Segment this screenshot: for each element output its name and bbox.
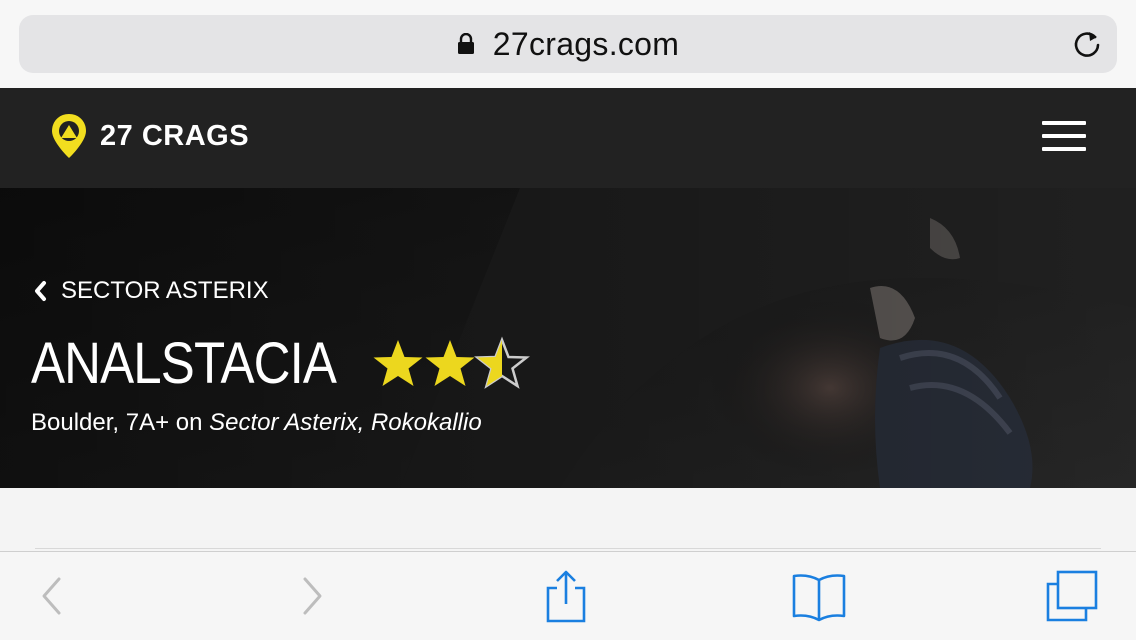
back-arrow-icon[interactable] xyxy=(38,570,66,622)
site-header: 27 CRAGS xyxy=(0,88,1136,188)
address-bar-content: 27crags.com xyxy=(19,15,1117,73)
route-name: ANALSTACIA xyxy=(31,331,337,396)
url-text: 27crags.com xyxy=(492,25,680,62)
route-type-grade: Boulder, 7A+ on xyxy=(31,409,210,436)
map-pin-mountain-icon xyxy=(52,114,86,158)
logo-text: 27 CRAGS xyxy=(100,119,250,152)
back-link-label: SECTOR ASTERIX xyxy=(61,277,269,304)
browser-toolbar xyxy=(0,551,1136,640)
star-rating xyxy=(370,335,530,392)
browser-top-bar: 27crags.com xyxy=(0,0,1136,88)
route-title-row: ANALSTACIA xyxy=(31,330,530,397)
route-hero: SECTOR ASTERIX ANALSTACIA Boulder, 7A+ o… xyxy=(0,188,1136,488)
hamburger-line xyxy=(1042,134,1086,138)
chevron-left-icon xyxy=(35,281,46,301)
route-subtitle: Boulder, 7A+ on Sector Asterix, Rokokall… xyxy=(31,409,482,437)
back-to-sector-link[interactable]: SECTOR ASTERIX xyxy=(33,277,269,305)
menu-button[interactable] xyxy=(1042,121,1086,153)
route-location-link[interactable]: Sector Asterix, Rokokallio xyxy=(209,409,482,436)
share-icon[interactable] xyxy=(543,570,589,624)
content-divider xyxy=(35,548,1101,549)
lock-icon xyxy=(457,33,474,54)
address-bar[interactable]: 27crags.com xyxy=(19,15,1117,73)
tabs-icon[interactable] xyxy=(1044,570,1100,624)
site-logo[interactable]: 27 CRAGS xyxy=(50,112,249,160)
star-full-icon xyxy=(425,339,475,386)
hamburger-line xyxy=(1042,121,1086,125)
forward-arrow-icon[interactable] xyxy=(298,570,326,622)
star-half-icon xyxy=(473,335,530,389)
star-full-icon xyxy=(373,339,423,386)
hamburger-line xyxy=(1042,147,1086,151)
bookmarks-icon[interactable] xyxy=(790,572,848,622)
reload-icon[interactable] xyxy=(1071,28,1103,60)
